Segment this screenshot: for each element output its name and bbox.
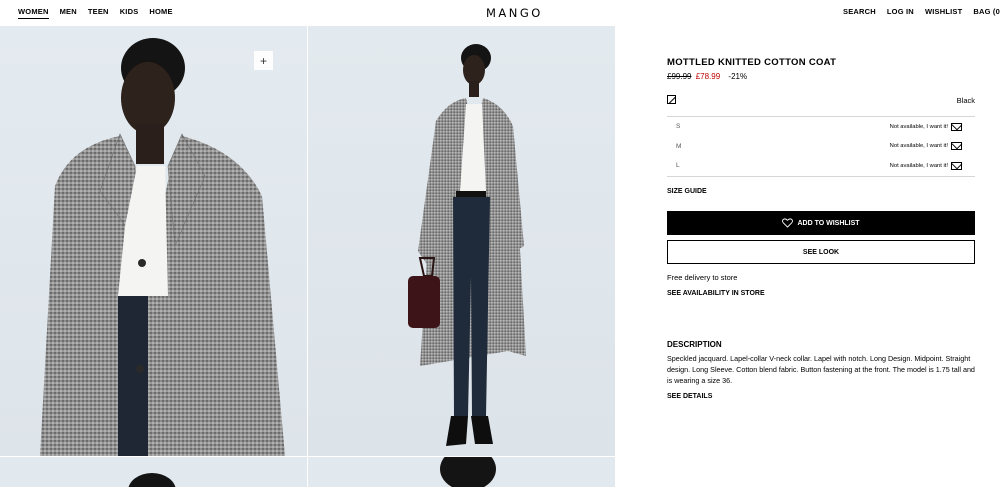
size-status: Not available, I want it!	[889, 162, 948, 169]
price-row: £99.99 £78.99 -21%	[667, 72, 747, 81]
price-sale: £78.99	[695, 72, 721, 81]
size-option-s[interactable]: S Not available, I want it!	[667, 117, 975, 137]
see-details-link[interactable]: SEE DETAILS	[667, 393, 712, 400]
nav-home[interactable]: HOME	[149, 7, 172, 19]
size-label: L	[676, 162, 680, 170]
mail-icon[interactable]	[951, 122, 962, 131]
nav-bag[interactable]: BAG (0	[973, 7, 1000, 16]
price-original: £99.99	[667, 72, 692, 81]
nav-women[interactable]: WOMEN	[18, 7, 49, 19]
size-label: M	[676, 142, 682, 150]
size-guide-link[interactable]: SIZE GUIDE	[667, 188, 707, 195]
nav-search[interactable]: SEARCH	[843, 7, 876, 16]
user-nav: SEARCH LOG IN WISHLIST BAG (0	[832, 7, 1000, 16]
discount-badge: -21%	[728, 72, 748, 81]
main-nav: WOMEN MEN TEEN KIDS HOME	[18, 7, 184, 19]
site-header: WOMEN MEN TEEN KIDS HOME MANGO SEARCH LO…	[0, 0, 1000, 26]
nav-wishlist[interactable]: WISHLIST	[925, 7, 962, 16]
model-head-illustration	[128, 473, 176, 487]
size-selector: S Not available, I want it! M Not availa…	[667, 116, 975, 177]
product-image-2[interactable]	[308, 26, 615, 456]
nav-login[interactable]: LOG IN	[887, 7, 914, 16]
size-option-l[interactable]: L Not available, I want it!	[667, 156, 975, 176]
color-swatch-icon[interactable]	[667, 95, 676, 104]
color-name: Black	[956, 96, 975, 105]
model-head-illustration-2	[440, 457, 496, 487]
see-look-label: SEE LOOK	[802, 248, 840, 256]
product-image-3[interactable]	[0, 457, 307, 487]
see-availability-link[interactable]: SEE AVAILABILITY IN STORE	[667, 290, 765, 297]
model-closeup-illustration	[40, 38, 285, 456]
delivery-info: Free delivery to store	[667, 273, 738, 282]
product-image-4[interactable]	[308, 457, 615, 487]
nav-men[interactable]: MEN	[60, 7, 77, 19]
size-status: Not available, I want it!	[889, 123, 948, 130]
heart-icon	[782, 218, 794, 228]
zoom-plus-icon[interactable]: +	[254, 51, 273, 70]
description-text: Speckled jacquard. Lapel-collar V-neck c…	[667, 354, 975, 385]
see-look-button[interactable]: SEE LOOK	[667, 240, 975, 264]
size-status: Not available, I want it!	[889, 143, 948, 150]
nav-teen[interactable]: TEEN	[88, 7, 109, 19]
mango-logo[interactable]: MANGO	[486, 6, 543, 20]
description-heading: DESCRIPTION	[667, 340, 722, 349]
mail-icon[interactable]	[951, 161, 962, 170]
model-fullbody-illustration	[408, 44, 526, 446]
product-title: MOTTLED KNITTED COTTON COAT	[667, 57, 837, 68]
product-image-1[interactable]	[0, 26, 307, 456]
mail-icon[interactable]	[951, 142, 962, 151]
size-option-m[interactable]: M Not available, I want it!	[667, 137, 975, 157]
size-label: S	[676, 123, 681, 131]
nav-kids[interactable]: KIDS	[120, 7, 139, 19]
add-to-wishlist-button[interactable]: ADD TO WISHLIST	[667, 211, 975, 235]
add-to-wishlist-label: ADD TO WISHLIST	[797, 219, 860, 227]
